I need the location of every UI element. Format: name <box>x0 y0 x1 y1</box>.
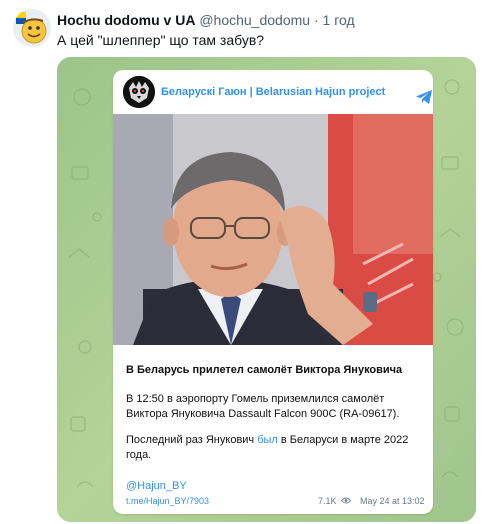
paragraph-2-start: Последний раз Янукович <box>126 434 258 446</box>
channel-mention-link[interactable]: @Hajun_BY <box>126 480 187 492</box>
author-name[interactable]: Hochu dodomu v UA <box>57 12 195 28</box>
tweet-text: А цей "шлеппер" що там забув? <box>57 32 265 48</box>
tweet-header: Hochu dodomu v UA @hochu_dodomu · 1 год <box>57 11 355 29</box>
smiling-emoji-avatar-icon <box>13 9 51 47</box>
post-title: В Беларусь прилетел самолёт Виктора Янук… <box>126 364 403 376</box>
post-paragraph-2: Последний раз Янукович был в Беларуси в … <box>126 433 426 463</box>
telegram-post-card: Беларускі Гаюн | Belarusian Hajun projec… <box>113 70 433 514</box>
portrait-photo <box>113 114 433 345</box>
view-count: 7.1K <box>318 496 337 506</box>
post-footer: t.me/Hajun_BY/7903 7.1K May 24 at 13:02 <box>113 493 433 511</box>
paragraph-2-link[interactable]: был <box>257 434 278 446</box>
post-date: May 24 at 13:02 <box>360 496 425 506</box>
eye-icon <box>341 497 351 504</box>
tweet-media[interactable]: Беларускі Гаюн | Belarusian Hajun projec… <box>57 57 476 522</box>
author-avatar[interactable] <box>13 9 51 47</box>
telegram-plane-icon[interactable] <box>415 89 433 105</box>
channel-header: Беларускі Гаюн | Belarusian Hajun projec… <box>113 70 433 114</box>
author-handle[interactable]: @hochu_dodomu <box>199 12 310 28</box>
tweet-time[interactable]: 1 год <box>323 12 355 28</box>
header-separator: · <box>313 12 319 28</box>
post-photo[interactable] <box>113 114 433 345</box>
post-url-link[interactable]: t.me/Hajun_BY/7903 <box>126 496 209 506</box>
hajun-owl-logo-icon[interactable] <box>123 76 155 108</box>
post-paragraph-1: В 12:50 в аэропорту Гомель приземлился с… <box>126 393 400 420</box>
tweet: Hochu dodomu v UA @hochu_dodomu · 1 год … <box>0 0 499 524</box>
channel-name[interactable]: Беларускі Гаюн | Belarusian Hajun projec… <box>161 86 385 98</box>
